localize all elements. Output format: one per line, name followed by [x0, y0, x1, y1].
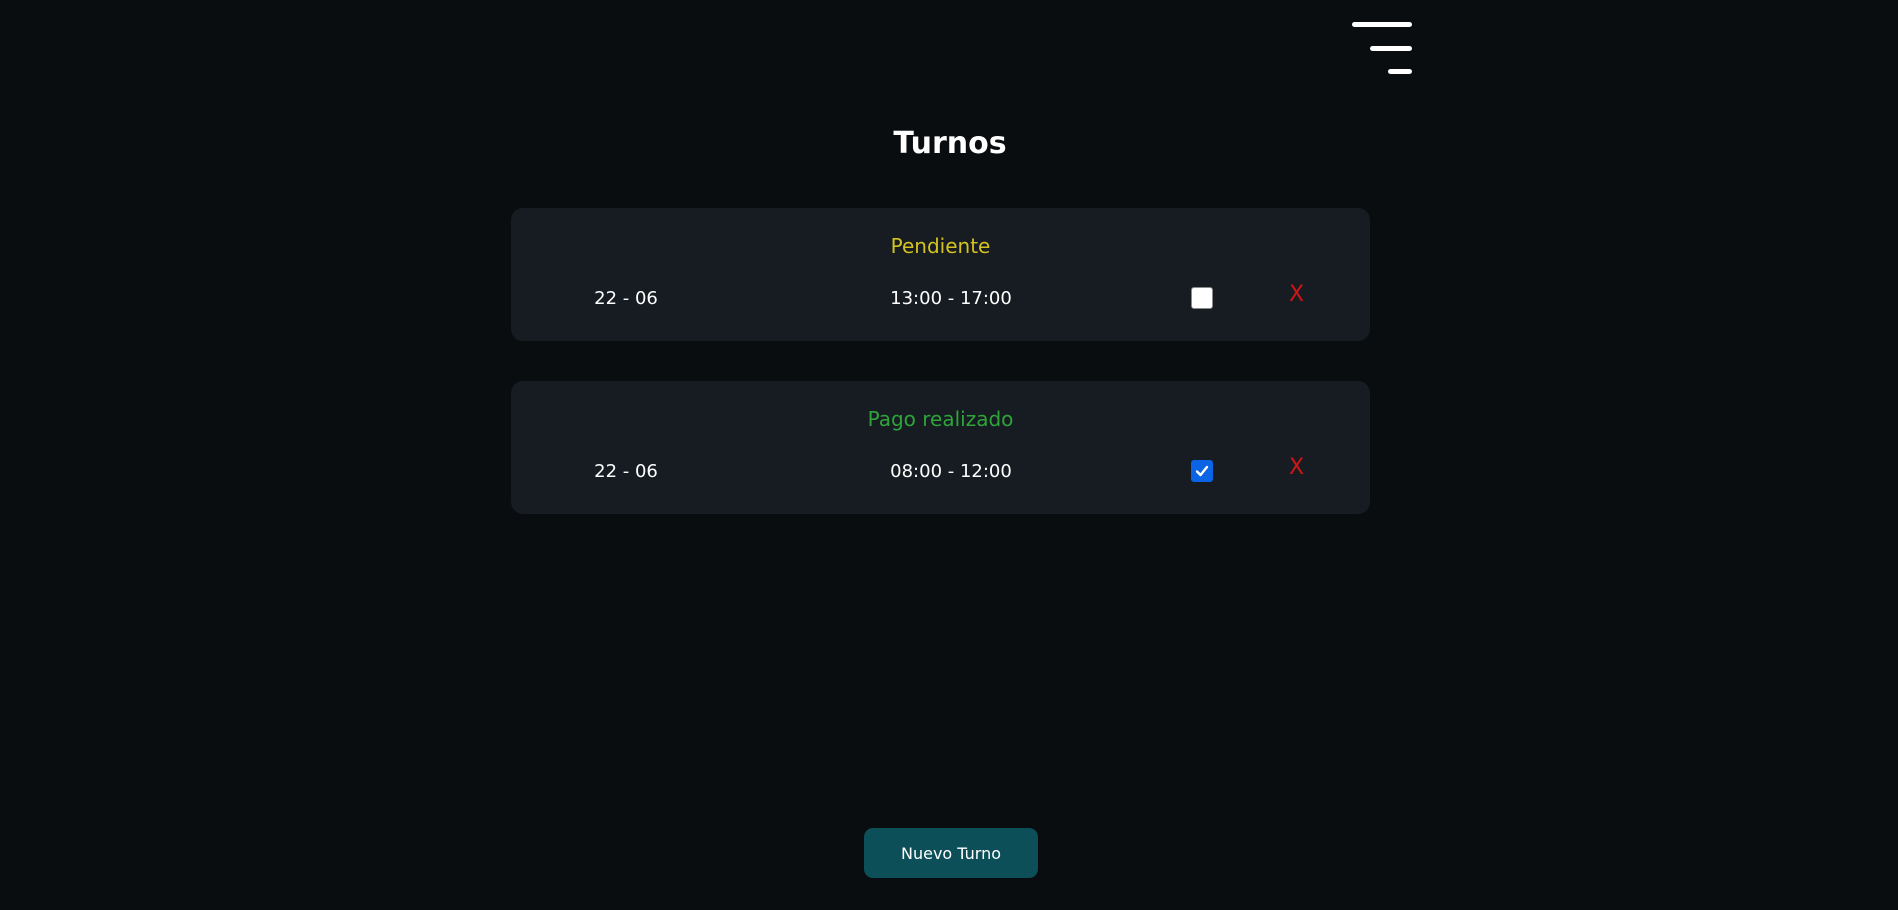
page: Turnos Pendiente 22 - 06 13:00 - 17:00 X…: [0, 0, 1898, 910]
shift-time: 08:00 - 12:00: [890, 461, 1012, 482]
shift-date: 22 - 06: [594, 288, 658, 309]
hamburger-menu-icon[interactable]: [1350, 22, 1412, 76]
payment-checkbox[interactable]: [1191, 287, 1213, 309]
new-shift-button[interactable]: Nuevo Turno: [864, 828, 1038, 878]
menu-bar-top: [1352, 22, 1412, 27]
checkmark-icon: [1195, 465, 1209, 477]
shift-card: Pendiente 22 - 06 13:00 - 17:00 X: [511, 208, 1370, 341]
status-label: Pendiente: [890, 234, 991, 258]
delete-shift-button[interactable]: X: [1289, 284, 1304, 306]
menu-bar-bottom: [1388, 69, 1412, 74]
shift-card: Pago realizado 22 - 06 08:00 - 12:00 X: [511, 381, 1370, 514]
menu-bar-middle: [1370, 46, 1412, 51]
delete-shift-button[interactable]: X: [1289, 457, 1304, 479]
page-title: Turnos: [893, 126, 1007, 161]
shift-date: 22 - 06: [594, 461, 658, 482]
payment-checkbox[interactable]: [1191, 460, 1213, 482]
shift-time: 13:00 - 17:00: [890, 288, 1012, 309]
status-label: Pago realizado: [867, 407, 1014, 431]
